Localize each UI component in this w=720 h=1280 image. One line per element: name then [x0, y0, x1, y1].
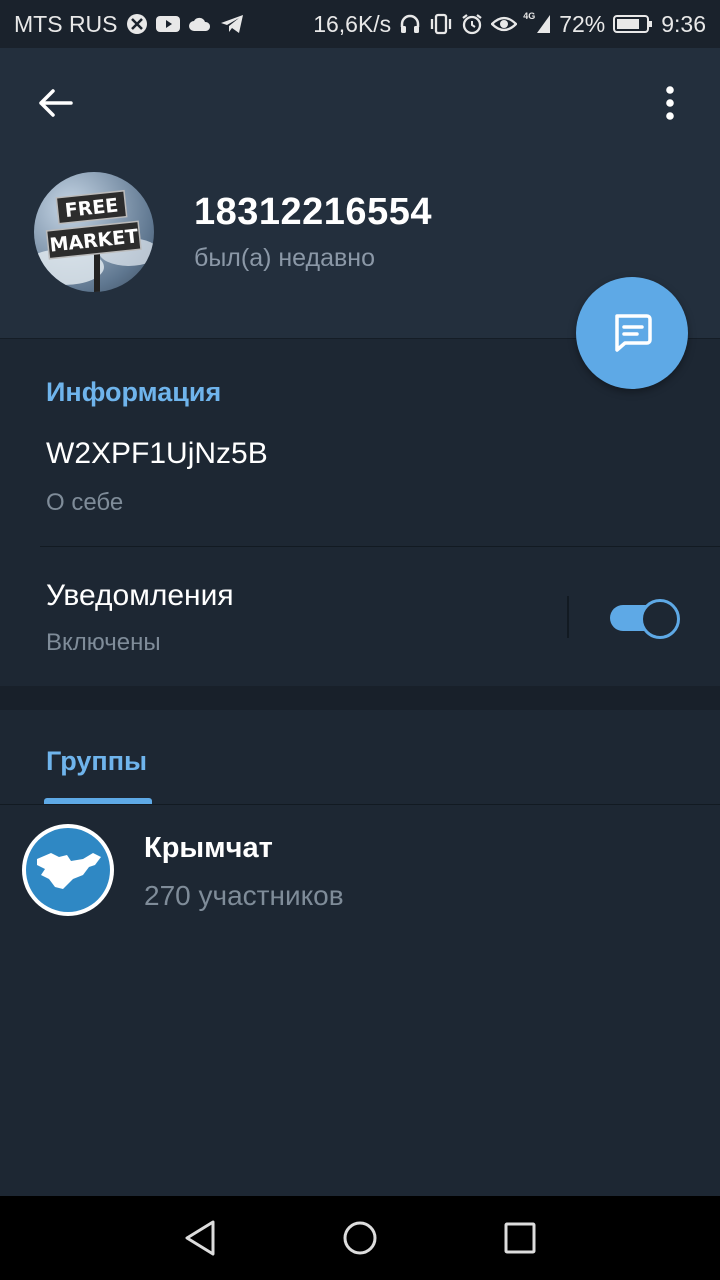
info-heading: Информация: [46, 377, 222, 407]
groups-section: Группы Крымчат 270 участников: [0, 710, 720, 1196]
telegram-notification-icon: [220, 14, 244, 34]
more-options-button[interactable]: [650, 78, 690, 128]
notifications-toggle[interactable]: [610, 599, 680, 639]
nav-back-button[interactable]: [170, 1208, 230, 1268]
vertical-separator: [567, 596, 569, 638]
network-speed: 16,6K/s: [313, 10, 392, 37]
vibrate-icon: [429, 13, 453, 35]
status-bar: MTS RUS 16,6K/s 4G 72% 9:36: [0, 0, 720, 48]
more-vertical-icon: [666, 86, 674, 120]
list-item[interactable]: Крымчат 270 участников: [0, 814, 720, 934]
notifications-state: Включены: [46, 629, 161, 656]
nav-home-button[interactable]: [330, 1208, 390, 1268]
group-name: Крымчат: [144, 832, 273, 864]
toggle-knob: [640, 599, 680, 639]
triangle-back-icon: [185, 1220, 215, 1256]
alarm-icon: [461, 13, 483, 35]
group-avatar: [22, 824, 114, 916]
section-gap: [0, 686, 720, 710]
network-type-label: 4G: [523, 11, 536, 21]
cloud-notification-icon: [188, 16, 212, 32]
battery-percent: 72%: [559, 10, 606, 37]
free-market-sign-image: FREE MARKET: [34, 189, 154, 292]
notifications-title[interactable]: Уведомления: [46, 579, 234, 613]
bio-caption: О себе: [46, 489, 124, 516]
eye-comfort-icon: [491, 15, 518, 33]
group-members-count: 270 участников: [144, 880, 344, 911]
clock: 9:36: [661, 10, 706, 37]
status-right: 16,6K/s 4G 72% 9:36: [313, 11, 706, 38]
youtube-notification-icon: [155, 15, 180, 33]
status-left: MTS RUS: [14, 11, 244, 38]
tab-groups[interactable]: Группы: [46, 746, 147, 777]
send-message-button[interactable]: [576, 277, 688, 389]
avatar[interactable]: FREE MARKET: [34, 172, 154, 292]
tab-divider: [0, 804, 720, 805]
message-icon: [615, 314, 652, 352]
last-seen-status: был(а) недавно: [194, 244, 376, 272]
carrier-label: MTS RUS: [14, 10, 118, 37]
arrow-left-icon: [39, 89, 73, 117]
signal-4g-icon: 4G: [523, 11, 551, 35]
square-recents-icon: [504, 1222, 536, 1254]
profile-name: 18312216554: [194, 191, 432, 233]
circle-home-icon: [343, 1221, 377, 1255]
info-section: Информация W2XPF1UjNz5B О себе Уведомлен…: [0, 338, 720, 687]
nav-recents-button[interactable]: [490, 1208, 550, 1268]
battery-icon: [613, 14, 653, 34]
headphones-icon: [399, 13, 421, 35]
crimea-map-icon: [26, 828, 110, 912]
system-nav-bar: [0, 1196, 720, 1280]
divider: [40, 546, 720, 547]
xbox-notification-icon: [126, 13, 148, 35]
back-button[interactable]: [30, 78, 80, 128]
bio-value[interactable]: W2XPF1UjNz5B: [46, 437, 268, 471]
